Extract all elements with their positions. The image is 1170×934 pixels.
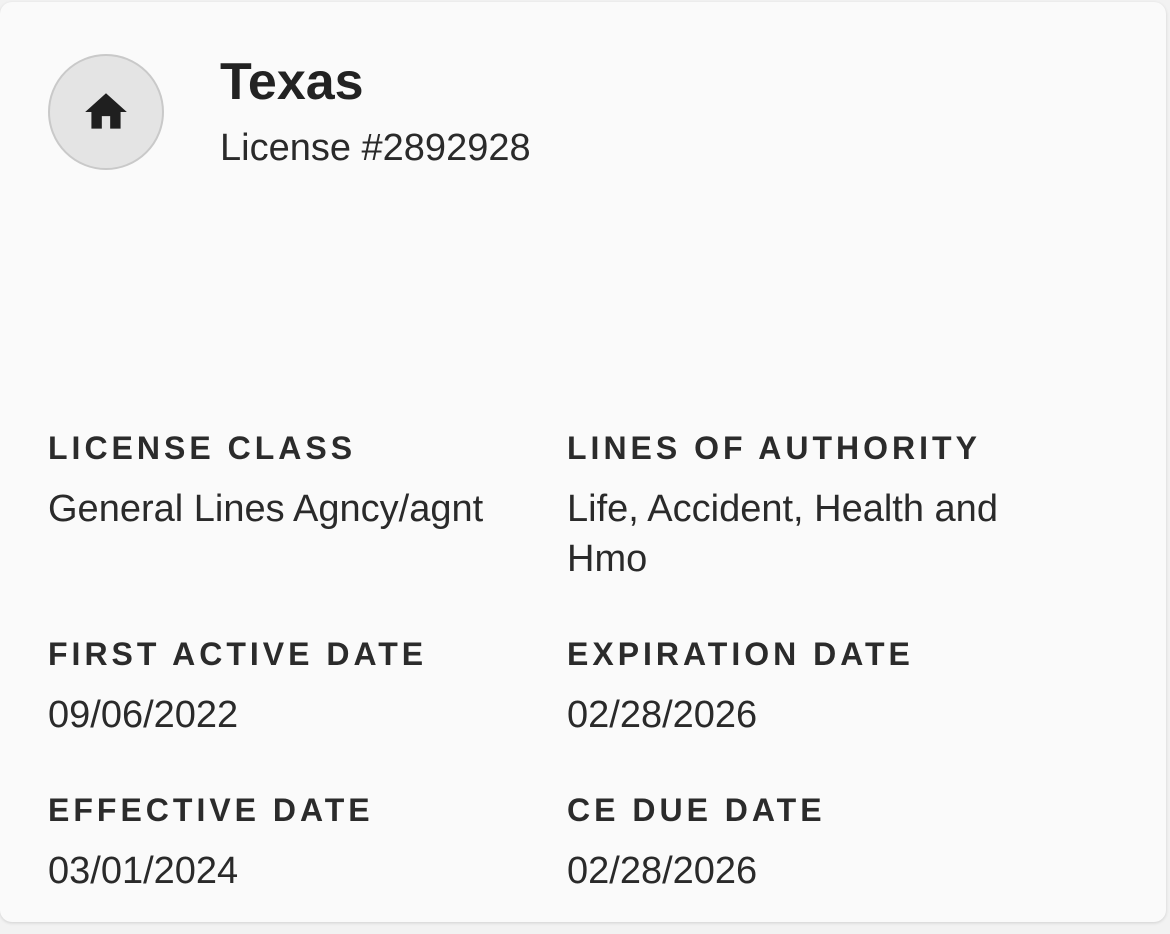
- field-value: Life, Accident, Health and Hmo: [567, 488, 998, 580]
- license-details: LICENSE CLASS General Lines Agncy/agnt L…: [48, 428, 1128, 896]
- field-label: EXPIRATION DATE: [567, 636, 914, 672]
- field-value: 02/28/2026: [567, 850, 758, 892]
- field-label: EFFECTIVE DATE: [48, 792, 374, 828]
- field-value: 03/01/2024: [48, 850, 239, 892]
- license-title-block: Texas License #2892928: [220, 52, 531, 170]
- field-effective-date: EFFECTIVE DATE 03/01/2024: [48, 790, 567, 896]
- field-label: CE DUE DATE: [567, 792, 826, 828]
- state-name: Texas: [220, 53, 364, 111]
- field-first-active-date: FIRST ACTIVE DATE 09/06/2022: [48, 634, 567, 740]
- license-card[interactable]: Texas License #2892928 LICENSE CLASS Gen…: [0, 2, 1166, 922]
- field-value: 02/28/2026: [567, 694, 758, 736]
- field-label: LICENSE CLASS: [48, 430, 357, 466]
- avatar: [48, 54, 164, 170]
- field-lines-of-authority: LINES OF AUTHORITY Life, Accident, Healt…: [567, 428, 1087, 584]
- field-value: General Lines Agncy/agnt: [48, 488, 484, 530]
- field-expiration-date: EXPIRATION DATE 02/28/2026: [567, 634, 1087, 740]
- license-number: License #2892928: [220, 127, 531, 169]
- home-icon: [81, 87, 131, 137]
- license-header: Texas License #2892928: [48, 52, 531, 170]
- field-label: LINES OF AUTHORITY: [567, 430, 981, 466]
- field-label: FIRST ACTIVE DATE: [48, 636, 428, 672]
- field-value: 09/06/2022: [48, 694, 239, 736]
- field-license-class: LICENSE CLASS General Lines Agncy/agnt: [48, 428, 567, 584]
- field-ce-due-date: CE DUE DATE 02/28/2026: [567, 790, 1087, 896]
